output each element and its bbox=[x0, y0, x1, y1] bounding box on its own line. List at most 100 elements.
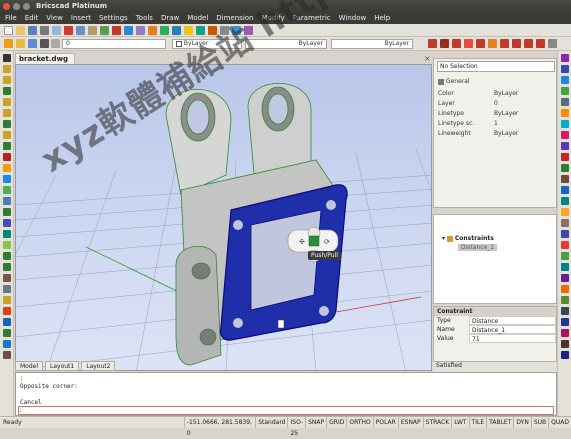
view-iso-icon[interactable] bbox=[560, 98, 569, 106]
menu-draw[interactable]: Draw bbox=[161, 13, 179, 24]
mtext-tool-icon[interactable] bbox=[2, 263, 11, 271]
property-row[interactable]: Linetype sc. 1 bbox=[438, 120, 556, 127]
wedge-tool-icon[interactable] bbox=[2, 241, 11, 249]
save-icon[interactable] bbox=[28, 25, 37, 35]
torus-tool-icon[interactable] bbox=[2, 230, 11, 238]
constraint-value[interactable]: 71 bbox=[469, 334, 556, 343]
snap-node-icon[interactable] bbox=[476, 39, 485, 48]
view-top-icon[interactable] bbox=[560, 65, 569, 73]
loft-icon[interactable] bbox=[560, 219, 569, 227]
property-row[interactable]: Lineweight ByLayer bbox=[438, 130, 556, 137]
cylinder-tool-icon[interactable] bbox=[2, 197, 11, 205]
menu-window[interactable]: Window bbox=[339, 13, 367, 24]
close-window-button[interactable] bbox=[3, 3, 10, 10]
check-icon[interactable] bbox=[560, 351, 569, 359]
menu-help[interactable]: Help bbox=[374, 13, 390, 24]
hatch-tool-icon[interactable] bbox=[2, 164, 11, 172]
text-tool-icon[interactable] bbox=[2, 252, 11, 260]
ellipse-tool-icon[interactable] bbox=[2, 109, 11, 117]
maximize-window-button[interactable] bbox=[23, 3, 30, 10]
property-row[interactable]: Linetype ByLayer bbox=[438, 110, 556, 117]
status-toggle-iso-25[interactable]: ISO-25 bbox=[287, 417, 305, 437]
layout-tab-layout2[interactable]: Layout2 bbox=[81, 361, 116, 371]
array-tool-icon[interactable] bbox=[2, 351, 11, 359]
named-views-icon[interactable] bbox=[184, 25, 193, 35]
polyline-tool-icon[interactable] bbox=[2, 65, 11, 73]
layer-on-off-icon[interactable] bbox=[40, 39, 49, 48]
constraint-row[interactable]: Value 71 bbox=[434, 334, 556, 343]
snap-center-icon[interactable] bbox=[464, 39, 473, 48]
constraint-value[interactable]: Distance bbox=[469, 316, 556, 325]
property-row[interactable]: Color ByLayer bbox=[438, 90, 556, 97]
menu-edit[interactable]: Edit bbox=[25, 13, 39, 24]
region-tool-icon[interactable] bbox=[2, 175, 11, 183]
minimize-window-button[interactable] bbox=[13, 3, 20, 10]
circle-tool-icon[interactable] bbox=[2, 98, 11, 106]
status-toggle-sub[interactable]: SUB bbox=[530, 417, 548, 428]
imprint-icon[interactable] bbox=[560, 318, 569, 326]
zoom-icon[interactable] bbox=[148, 25, 157, 35]
document-tab[interactable]: bracket.dwg bbox=[15, 53, 75, 64]
union-icon[interactable] bbox=[560, 230, 569, 238]
camera-icon[interactable] bbox=[560, 142, 569, 150]
entity-snap-icon[interactable] bbox=[428, 39, 437, 48]
arc-tool-icon[interactable] bbox=[2, 76, 11, 84]
intersect-icon[interactable] bbox=[560, 252, 569, 260]
snap-intersection-icon[interactable] bbox=[500, 39, 509, 48]
layer-state-icon[interactable] bbox=[16, 39, 25, 48]
properties-section-header[interactable]: General bbox=[438, 78, 556, 85]
box-tool-icon[interactable] bbox=[2, 186, 11, 194]
command-input[interactable]: : bbox=[18, 406, 554, 415]
material-icon[interactable] bbox=[560, 164, 569, 172]
undo-icon[interactable] bbox=[112, 25, 121, 35]
menu-file[interactable]: File bbox=[5, 13, 17, 24]
table-tool-icon[interactable] bbox=[2, 285, 11, 293]
chamfer-edges-icon[interactable] bbox=[560, 296, 569, 304]
move-tool-icon[interactable] bbox=[2, 296, 11, 304]
menu-view[interactable]: View bbox=[46, 13, 63, 24]
point-tool-icon[interactable] bbox=[2, 153, 11, 161]
layout-tab-model[interactable]: Model bbox=[15, 361, 44, 371]
push-pull-tool-icon[interactable] bbox=[560, 329, 569, 337]
scale-tool-icon[interactable] bbox=[2, 329, 11, 337]
layout-tab-layout1[interactable]: Layout1 bbox=[45, 361, 80, 371]
lineweight-dropdown[interactable]: ByLayer bbox=[331, 39, 413, 49]
light-icon[interactable] bbox=[560, 153, 569, 161]
rotate-tool-icon[interactable] bbox=[2, 318, 11, 326]
copy-icon[interactable] bbox=[76, 25, 85, 35]
view-front-icon[interactable] bbox=[560, 76, 569, 84]
ucs-icon[interactable] bbox=[560, 175, 569, 183]
snap-tangent-icon[interactable] bbox=[524, 39, 533, 48]
status-toggle-strack[interactable]: STRACK bbox=[422, 417, 452, 428]
interfere-icon[interactable] bbox=[560, 274, 569, 282]
status-toggle-polar[interactable]: POLAR bbox=[372, 417, 398, 428]
dimension-marker[interactable] bbox=[277, 319, 285, 329]
polygon-tool-icon[interactable] bbox=[2, 142, 11, 150]
menu-model[interactable]: Model bbox=[187, 13, 208, 24]
cone-tool-icon[interactable] bbox=[2, 219, 11, 227]
status-toggle-grid[interactable]: GRID bbox=[326, 417, 346, 428]
insert-block-icon[interactable] bbox=[2, 274, 11, 282]
extrude-icon[interactable] bbox=[560, 186, 569, 194]
sphere-tool-icon[interactable] bbox=[2, 208, 11, 216]
snap-endpoint-icon[interactable] bbox=[440, 39, 449, 48]
menu-insert[interactable]: Insert bbox=[71, 13, 91, 24]
property-row[interactable]: Layer 0 bbox=[438, 100, 556, 107]
menu-settings[interactable]: Settings bbox=[99, 13, 128, 24]
status-toggle-tablet[interactable]: TABLET bbox=[486, 417, 513, 428]
status-toggle-quad[interactable]: QUAD bbox=[548, 417, 571, 428]
status-toggle-ortho[interactable]: ORTHO bbox=[346, 417, 372, 428]
constraint-row[interactable]: Type Distance bbox=[434, 316, 556, 325]
selection-dropdown[interactable]: No Selection bbox=[437, 61, 555, 72]
close-document-icon[interactable]: × bbox=[424, 54, 431, 63]
revolve-icon[interactable] bbox=[560, 197, 569, 205]
status-toggle-tile[interactable]: TILE bbox=[468, 417, 487, 428]
make-current-layer-icon[interactable] bbox=[28, 39, 37, 48]
snap-clear-icon[interactable] bbox=[548, 39, 557, 48]
fillet-edges-icon[interactable] bbox=[560, 285, 569, 293]
status-toggle-esnap[interactable]: ESNAP bbox=[397, 417, 423, 428]
zoom-extents-icon[interactable] bbox=[172, 25, 181, 35]
mirror-tool-icon[interactable] bbox=[2, 340, 11, 348]
orbit-icon[interactable] bbox=[560, 54, 569, 62]
paste-icon[interactable] bbox=[88, 25, 97, 35]
